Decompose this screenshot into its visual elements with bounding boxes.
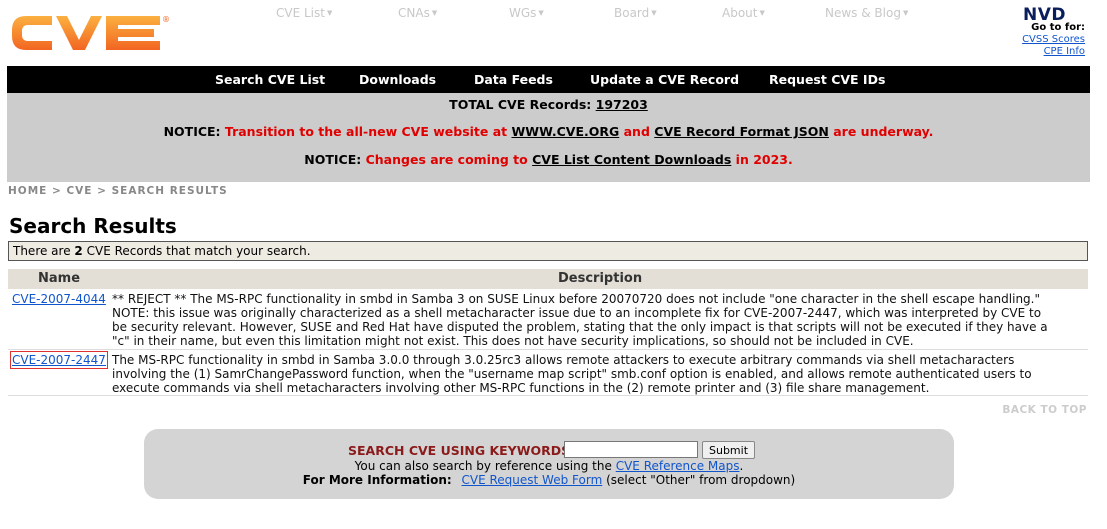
caret-down-icon: ▼ [651,9,657,17]
table-row: CVE-2007-2447 The MS-RPC functionality i… [8,350,1088,396]
caret-down-icon: ▼ [538,9,544,17]
keyword-search-panel: SEARCH CVE USING KEYWORDS: Submit You ca… [144,429,954,499]
cpe-info-link[interactable]: CPE Info [985,46,1085,58]
keyword-search-input[interactable] [564,441,698,458]
total-records-value[interactable]: 197203 [596,97,648,112]
more-info-line: For More Information: CVE Request Web Fo… [144,473,954,487]
submit-button[interactable]: Submit [702,441,756,459]
table-row: CVE-2007-4044 ** REJECT ** The MS-RPC fu… [8,289,1088,350]
breadcrumb-cve[interactable]: CVE [66,185,92,197]
page-title: Search Results [9,214,177,238]
nvd-goto-label: Go to for: [1031,22,1085,33]
top-nav-about[interactable]: About ▼ [722,6,765,20]
reference-suffix: . [739,459,744,473]
cve-id-link[interactable]: CVE-2007-2447 [10,351,108,369]
top-nav-wgs[interactable]: WGs ▼ [509,6,544,20]
nvd-logo[interactable]: NVD [1023,6,1085,22]
cve-id-link[interactable]: CVE-2007-4044 [12,292,106,306]
breadcrumb: HOME > CVE > SEARCH RESULTS [8,185,228,197]
total-records-line: TOTAL CVE Records: 197203 [7,97,1090,112]
svg-text:NVD: NVD [1023,6,1066,22]
caret-down-icon: ▼ [759,9,765,17]
results-table: Name Description CVE-2007-4044 ** REJECT… [8,269,1088,396]
more-info-label: For More Information: [302,473,452,487]
top-nav-cnas[interactable]: CNAs ▼ [398,6,437,20]
reference-prefix: You can also search by reference using t… [354,459,612,473]
notice-prefix: NOTICE: [304,152,362,167]
cve-logo-image: ® [12,15,170,50]
column-header-name: Name [38,271,81,286]
cve-list-downloads-link[interactable]: CVE List Content Downloads [532,152,731,167]
cve-reference-maps-link[interactable]: CVE Reference Maps [616,459,740,473]
menu-update-cve-record[interactable]: Update a CVE Record [590,72,739,87]
notice-panel: TOTAL CVE Records: 197203 NOTICE: Transi… [7,93,1090,182]
caret-down-icon: ▼ [902,9,909,17]
cve-org-link[interactable]: WWW.CVE.ORG [512,124,620,139]
cve-request-web-form-link[interactable]: CVE Request Web Form [462,473,603,487]
menu-search-cve-list[interactable]: Search CVE List [215,72,325,87]
top-nav-board[interactable]: Board ▼ [614,6,657,20]
back-to-top-link[interactable]: BACK TO TOP [1002,404,1087,416]
breadcrumb-home[interactable]: HOME [8,185,47,197]
cve-logo[interactable]: ® [8,10,170,58]
match-count-box: There are 2 CVE Records that match your … [8,241,1088,261]
breadcrumb-separator: > [52,185,62,197]
caret-down-icon: ▼ [431,9,438,17]
main-menu-bar: Search CVE List Downloads Data Feeds Upd… [7,66,1090,93]
match-suffix: CVE Records that match your search. [86,244,311,258]
search-label: SEARCH CVE USING KEYWORDS: [348,443,576,458]
notice-text: and [623,124,650,139]
top-nav-cve-list[interactable]: CVE List ▼ [276,6,332,20]
reference-search-line: You can also search by reference using t… [144,459,954,473]
total-records-label: TOTAL CVE Records: [449,97,592,112]
top-nav-news-blog[interactable]: News & Blog ▼ [825,6,908,20]
caret-down-icon: ▼ [326,9,333,17]
column-header-description: Description [558,271,643,286]
more-info-suffix: (select "Other" from dropdown) [606,473,796,487]
breadcrumb-separator: > [97,185,107,197]
match-count: 2 [74,244,83,258]
menu-request-cve-ids[interactable]: Request CVE IDs [769,72,885,87]
cve-record-format-json-link[interactable]: CVE Record Format JSON [654,124,829,139]
match-prefix: There are [13,244,71,258]
notice-text: Transition to the all-new CVE website at [224,124,508,139]
notice-text: in 2023. [735,152,793,167]
notice-text: are underway. [833,124,934,139]
notice-prefix: NOTICE: [163,124,221,139]
notice-line-1: NOTICE: Transition to the all-new CVE we… [7,124,1090,139]
breadcrumb-search-results: SEARCH RESULTS [111,185,228,197]
site-header: ® CVE List ▼ CNAs ▼ WGs ▼ Board ▼ About ▼ New… [0,0,1107,64]
notice-line-2: NOTICE: Changes are coming to CVE List C… [7,152,1090,167]
registered-mark: ® [162,15,170,24]
cve-description: ** REJECT ** The MS-RPC functionality in… [112,292,1048,348]
cve-description: The MS-RPC functionality in smbd in Samb… [112,353,1032,395]
notice-text: Changes are coming to [365,152,528,167]
table-header: Name Description [8,269,1088,289]
menu-data-feeds[interactable]: Data Feeds [474,72,553,87]
menu-downloads[interactable]: Downloads [359,72,436,87]
nvd-block: NVD Go to for: CVSS Scores CPE Info [985,6,1085,58]
cvss-scores-link[interactable]: CVSS Scores [985,34,1085,46]
top-nav: CVE List ▼ CNAs ▼ WGs ▼ Board ▼ About ▼ News … [258,6,938,22]
